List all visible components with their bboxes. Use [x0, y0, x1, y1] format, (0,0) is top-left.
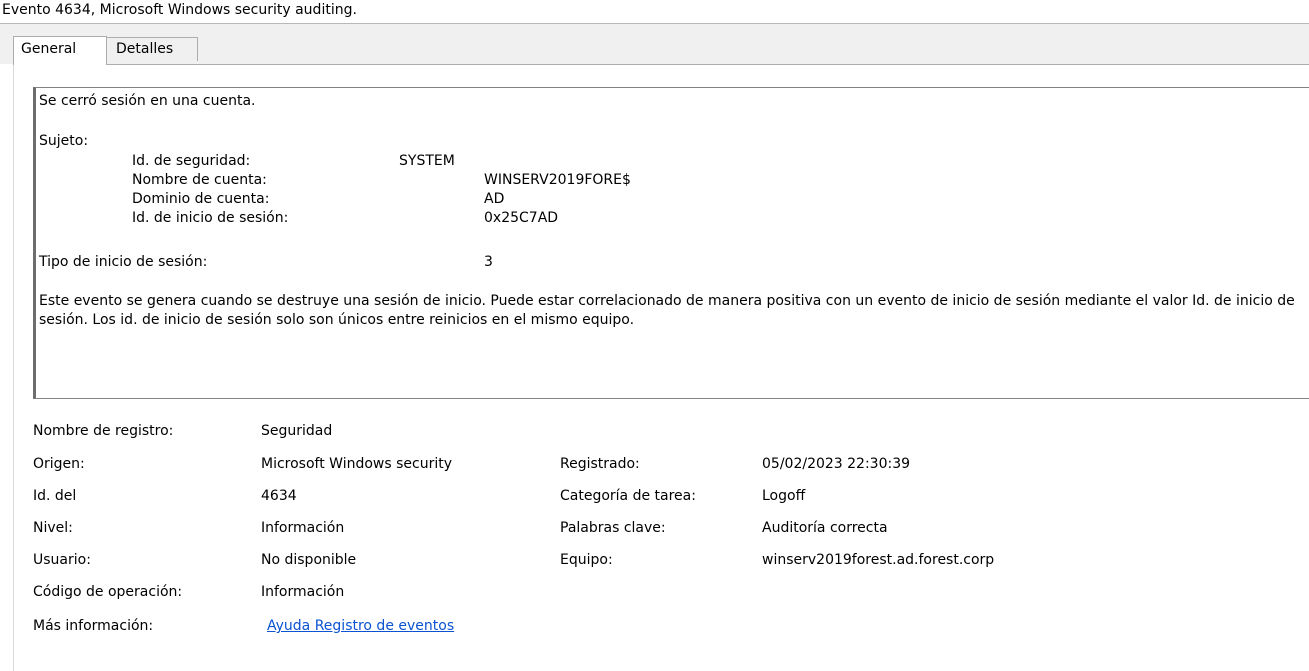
- source-value[interactable]: Microsoft Windows security: [261, 456, 452, 472]
- more-info-label: Más información:: [33, 618, 154, 634]
- level-value[interactable]: Información: [261, 520, 344, 536]
- account-domain-value: AD: [484, 191, 505, 207]
- logon-type-label: Tipo de inicio de sesión:: [39, 254, 208, 270]
- event-id-value[interactable]: 4634: [261, 488, 297, 504]
- log-name-value[interactable]: Seguridad: [261, 423, 332, 439]
- logged-value[interactable]: 05/02/2023 22:30:39: [762, 456, 910, 472]
- event-description-box[interactable]: Se cerró sesión en una cuenta. Sujeto: I…: [33, 87, 1309, 399]
- keywords-label: Palabras clave:: [560, 520, 666, 536]
- window-title: Evento 4634, Microsoft Windows security …: [2, 2, 357, 18]
- opcode-value[interactable]: Información: [261, 584, 344, 600]
- user-value[interactable]: No disponible: [261, 552, 356, 568]
- tab-general[interactable]: General: [13, 36, 107, 65]
- description-paragraph: Este evento se genera cuando se destruye…: [39, 293, 1295, 328]
- task-category-value[interactable]: Logoff: [762, 488, 805, 504]
- opcode-label: Código de operación:: [33, 584, 183, 600]
- source-label: Origen:: [33, 456, 85, 472]
- keywords-value[interactable]: Auditoría correcta: [762, 520, 888, 536]
- user-label: Usuario:: [33, 552, 91, 568]
- log-name-label: Nombre de registro:: [33, 423, 174, 439]
- window-title-bar: Evento 4634, Microsoft Windows security …: [0, 0, 1309, 24]
- computer-value[interactable]: winserv2019forest.ad.forest.corp: [762, 552, 994, 568]
- task-category-label: Categoría de tarea:: [560, 488, 696, 504]
- event-log-help-link[interactable]: Ayuda Registro de eventos: [267, 618, 454, 634]
- security-id-label: Id. de seguridad:: [132, 153, 251, 169]
- account-name-label: Nombre de cuenta:: [132, 172, 267, 188]
- logon-id-value: 0x25C7AD: [484, 210, 559, 226]
- level-label: Nivel:: [33, 520, 73, 536]
- description-headline: Se cerró sesión en una cuenta.: [39, 93, 256, 109]
- logged-label: Registrado:: [560, 456, 640, 472]
- computer-label: Equipo:: [560, 552, 613, 568]
- event-id-label: Id. del: [33, 488, 77, 504]
- subject-heading: Sujeto:: [39, 133, 89, 149]
- logon-type-value: 3: [484, 254, 493, 270]
- logon-id-label: Id. de inicio de sesión:: [132, 210, 289, 226]
- account-domain-label: Dominio de cuenta:: [132, 191, 270, 207]
- account-name-value: WINSERV2019FORE$: [484, 172, 631, 188]
- security-id-value: SYSTEM: [399, 153, 455, 169]
- tab-details[interactable]: Detalles: [107, 37, 198, 61]
